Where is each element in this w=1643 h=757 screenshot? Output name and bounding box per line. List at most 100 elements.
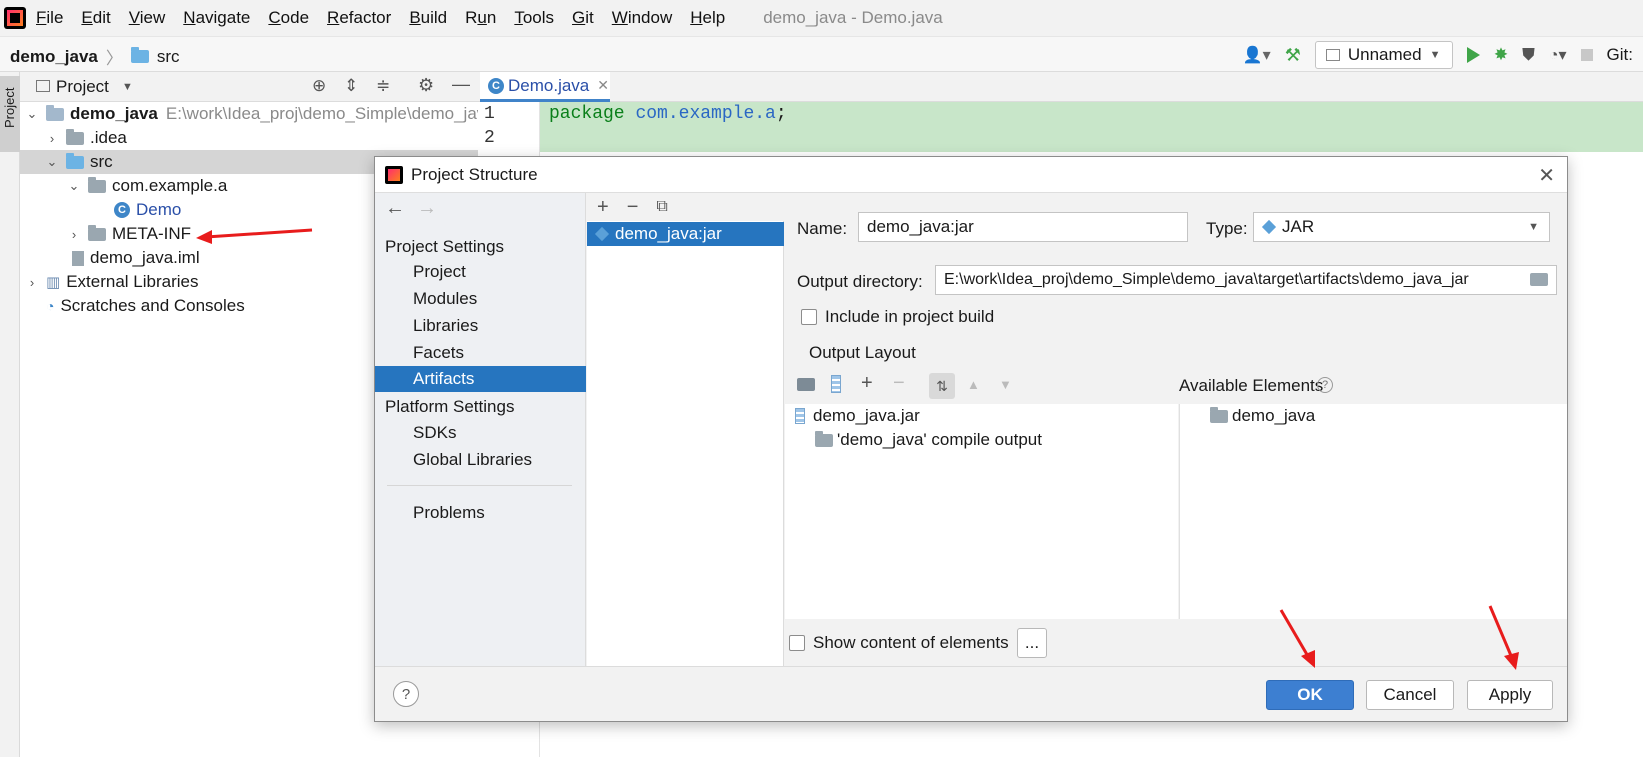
menu-edit[interactable]: Edit <box>81 8 110 28</box>
code-punctuation: ; <box>775 104 787 124</box>
layout-item-compile-output[interactable]: 'demo_java' compile output <box>815 428 1042 452</box>
project-panel-title[interactable]: Project <box>56 77 109 97</box>
menu-tools[interactable]: Tools <box>514 8 554 28</box>
tree-item-external-libraries[interactable]: › ▥ External Libraries <box>26 270 199 294</box>
menu-build[interactable]: Build <box>409 8 447 28</box>
remove-icon[interactable]: − <box>893 372 905 395</box>
left-tool-stripe <box>0 72 20 757</box>
layout-item-jar[interactable]: demo_java.jar <box>795 404 920 428</box>
user-icon[interactable]: 👤▾ <box>1243 45 1271 65</box>
name-input[interactable]: demo_java:jar <box>858 212 1188 242</box>
archive-icon[interactable] <box>831 375 841 393</box>
menu-run[interactable]: Run <box>465 8 496 28</box>
nav-item-problems[interactable]: Problems <box>375 500 586 526</box>
chevron-right-icon: › <box>49 130 55 146</box>
add-icon[interactable]: + <box>861 372 873 395</box>
tree-item-idea[interactable]: › .idea <box>46 126 127 150</box>
gear-icon[interactable]: ⚙ <box>418 75 434 96</box>
debug-icon[interactable]: ✸ <box>1494 45 1508 65</box>
breadcrumb-separator-icon: 〉 <box>105 49 123 68</box>
sort-icon[interactable]: ⇅ <box>929 373 955 399</box>
chevron-down-icon[interactable]: ▼ <box>122 81 133 93</box>
tab-demo-java[interactable]: C Demo.java ✕ <box>480 72 610 102</box>
close-icon[interactable]: ✕ <box>1538 163 1555 188</box>
type-label: Type: <box>1206 219 1248 238</box>
section-project-settings: Project Settings <box>385 237 505 256</box>
nav-item-artifacts[interactable]: Artifacts <box>375 366 586 392</box>
copy-icon[interactable]: ⧉ <box>656 198 667 216</box>
menu-window[interactable]: Window <box>612 8 672 28</box>
menu-refactor[interactable]: Refactor <box>327 8 391 28</box>
menu-file[interactable]: File <box>36 8 63 28</box>
menu-git[interactable]: Git <box>572 8 594 28</box>
nav-item-project[interactable]: Project <box>375 259 586 285</box>
run-icon[interactable] <box>1466 47 1480 63</box>
menu-code[interactable]: Code <box>268 8 309 28</box>
breadcrumb-project[interactable]: demo_java <box>10 47 98 67</box>
back-arrow-icon[interactable]: ← <box>385 197 405 220</box>
show-content-label[interactable]: Show content of elements <box>813 633 1009 653</box>
move-up-icon[interactable]: ▲ <box>967 377 980 392</box>
dialog-title: Project Structure <box>411 164 538 184</box>
artifact-list-toolbar: + − ⧉ <box>587 193 784 221</box>
type-select[interactable]: JAR ▼ <box>1253 212 1550 242</box>
output-directory-value: E:\work\Idea_proj\demo_Simple\demo_java\… <box>944 271 1469 288</box>
forward-arrow-icon[interactable]: → <box>417 197 437 220</box>
browse-folder-icon[interactable] <box>1530 273 1548 286</box>
nav-item-global-libraries[interactable]: Global Libraries <box>375 447 586 473</box>
menu-help[interactable]: Help <box>690 8 725 28</box>
stop-icon[interactable] <box>1580 49 1593 61</box>
config-icon <box>1325 49 1340 61</box>
move-down-icon[interactable]: ▼ <box>999 377 1012 392</box>
available-item-label: demo_java <box>1232 406 1316 425</box>
more-options-button[interactable]: ... <box>1017 628 1047 658</box>
minimize-icon[interactable]: — <box>452 74 470 95</box>
output-directory-input[interactable]: E:\work\Idea_proj\demo_Simple\demo_java\… <box>935 265 1557 295</box>
name-label: Name: <box>797 219 848 238</box>
menu-navigate[interactable]: Navigate <box>183 8 250 28</box>
tree-item-package[interactable]: ⌄ com.example.a <box>68 174 228 198</box>
project-structure-dialog: Project Structure ✕ ← → Project Settings… <box>374 156 1568 722</box>
available-item-demo-java[interactable]: demo_java <box>1210 404 1315 428</box>
output-layout-label: Output Layout <box>809 343 916 362</box>
tree-item-scratches[interactable]: ◔ Scratches and Consoles <box>46 294 245 318</box>
add-icon[interactable]: + <box>597 196 609 219</box>
tree-item-iml[interactable]: demo_java.iml <box>72 246 200 270</box>
nav-item-facets[interactable]: Facets <box>375 340 586 366</box>
artifact-item-demo-java-jar[interactable]: demo_java:jar <box>587 222 784 246</box>
menu-view[interactable]: View <box>129 8 166 28</box>
collapse-all-icon[interactable]: ≑ <box>376 76 390 96</box>
window-title: demo_java - Demo.java <box>763 8 943 27</box>
nav-item-modules[interactable]: Modules <box>375 286 586 312</box>
help-button[interactable]: ? <box>393 681 419 707</box>
nav-item-sdks[interactable]: SDKs <box>375 420 586 446</box>
coverage-icon[interactable]: ⛊ <box>1522 45 1535 65</box>
cancel-button[interactable]: Cancel <box>1366 680 1454 710</box>
tree-item-meta-inf[interactable]: › META-INF <box>68 222 191 246</box>
profile-icon[interactable]: ◔▾ <box>1549 45 1567 65</box>
run-configuration-select[interactable]: Unnamed ▼ <box>1314 41 1453 69</box>
project-tool-window-tab[interactable]: Project <box>0 76 20 152</box>
show-content-checkbox[interactable] <box>789 635 805 651</box>
remove-icon[interactable]: − <box>627 196 639 219</box>
include-in-build-checkbox[interactable] <box>801 309 817 325</box>
nav-item-libraries[interactable]: Libraries <box>375 313 586 339</box>
tree-item-demo-java[interactable]: ⌄ demo_java E:\work\Idea_proj\demo_Simpl… <box>26 102 495 126</box>
module-output-icon <box>815 430 833 447</box>
tree-item-label: com.example.a <box>112 176 228 195</box>
expand-all-icon[interactable]: ⇕ <box>344 76 358 96</box>
create-directory-icon[interactable] <box>797 378 815 391</box>
close-icon[interactable]: ✕ <box>597 77 609 94</box>
help-icon[interactable]: ? <box>1317 377 1333 393</box>
layout-item-label: 'demo_java' compile output <box>837 430 1042 449</box>
code-keyword: package <box>549 104 625 124</box>
tree-item-demo-class[interactable]: C Demo <box>114 198 181 222</box>
include-in-build-label[interactable]: Include in project build <box>825 307 994 327</box>
apply-button[interactable]: Apply <box>1467 680 1553 710</box>
ok-button[interactable]: OK <box>1266 680 1354 710</box>
breadcrumb-folder[interactable]: src <box>157 47 180 67</box>
code-package: com.example.a <box>635 104 776 124</box>
artifact-list-panel: + − ⧉ demo_java:jar <box>587 193 784 666</box>
locate-icon[interactable]: ⊕ <box>312 76 326 96</box>
build-hammer-icon[interactable]: ⚒ <box>1285 45 1301 66</box>
